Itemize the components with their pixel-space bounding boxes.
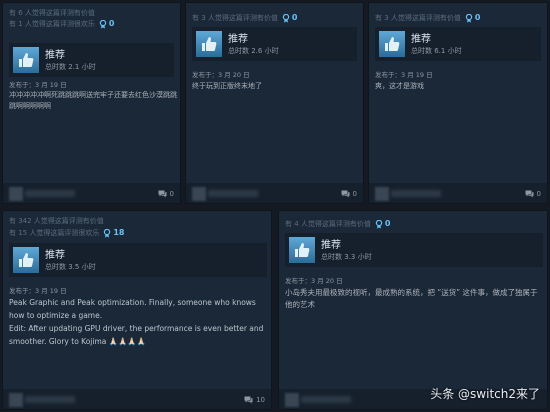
- award-icon: [282, 13, 290, 23]
- recommendation-label: 推荐: [411, 33, 431, 45]
- review-card[interactable]: 有 3 人觉得这篇评测有价值 0 推荐 总时数 6.1 小时 发布于：3 月 1…: [368, 2, 548, 204]
- award-button[interactable]: 0: [465, 13, 481, 23]
- award-button[interactable]: 0: [282, 13, 298, 23]
- thumbs-up-icon: [379, 31, 405, 57]
- review-body: 终于玩到正版终末地了: [192, 82, 262, 90]
- helpful-count: 有 4 人觉得这篇评测有价值: [285, 220, 371, 228]
- award-icon: [99, 19, 107, 29]
- helpful-count: 有 6 人觉得这篇评测有价值: [9, 9, 95, 17]
- thumbs-up-icon: [13, 247, 39, 273]
- helpful-count: 有 342 人觉得这篇评测有价值: [9, 217, 104, 225]
- award-count: 0: [474, 13, 481, 22]
- award-icon: [375, 219, 383, 229]
- recommendation-box: 推荐 总时数 3.3 小时: [285, 233, 543, 267]
- review-body: 冲冲冲冲冲啊死跳跳跳啊送完牢子还要去红色沙漠跳跳跳啊啊啊啊啊: [9, 91, 177, 110]
- funny-row: 有 1 人觉得这篇评测很欢乐 0: [9, 19, 114, 29]
- funny-count: 有 15 人觉得这篇评测很欢乐: [9, 229, 100, 237]
- reviewer-name[interactable]: [208, 190, 258, 197]
- reviewer-name[interactable]: [391, 190, 441, 197]
- comment-count: 0: [536, 190, 541, 198]
- recommendation-label: 推荐: [321, 239, 341, 251]
- award-button[interactable]: 0: [99, 19, 115, 29]
- posted-date: 发布于：3 月 19 日: [375, 71, 433, 79]
- review-edit: Edit: After updating GPU driver, the per…: [9, 324, 264, 346]
- comment-icon: [525, 190, 534, 198]
- helpful-count: 有 3 人觉得这篇评测有价值: [192, 14, 278, 22]
- posted-date: 发布于：3 月 20 日: [285, 277, 343, 285]
- recommendation-box: 推荐 总时数 2.6 小时: [192, 27, 357, 61]
- posted-date: 发布于：3 月 19 日: [9, 81, 67, 89]
- recommendation-box: 推荐 总时数 2.1 小时: [9, 43, 174, 77]
- award-count: 0: [291, 13, 298, 22]
- award-button[interactable]: 18: [103, 228, 125, 238]
- review-card[interactable]: 有 6 人觉得这篇评测有价值 有 1 人觉得这篇评测很欢乐 0 推荐 总时数 2…: [2, 2, 181, 204]
- helpful-row: 有 3 人觉得这篇评测有价值 0: [192, 13, 297, 23]
- avatar[interactable]: [192, 187, 206, 201]
- comment-icon: [244, 396, 253, 404]
- funny-count: 有 1 人觉得这篇评测很欢乐: [9, 20, 95, 28]
- recommendation-box: 推荐 总时数 3.5 小时: [9, 243, 267, 277]
- funny-row: 有 15 人觉得这篇评测很欢乐 18: [9, 228, 125, 238]
- posted-date: 发布于：3 月 20 日: [192, 71, 250, 79]
- posted-date: 发布于：3 月 19 日: [9, 287, 67, 295]
- thumbs-up-icon: [13, 47, 39, 73]
- playtime-hours: 总时数 2.1 小时: [45, 62, 96, 71]
- recommendation-label: 推荐: [228, 33, 248, 45]
- reviewer-name[interactable]: [25, 396, 75, 403]
- comment-count: 0: [169, 190, 174, 198]
- review-card[interactable]: 有 342 人觉得这篇评测有价值 有 15 人觉得这篇评测很欢乐 18 推荐 总…: [2, 210, 272, 410]
- thumbs-up-icon: [289, 237, 315, 263]
- avatar[interactable]: [9, 187, 23, 201]
- reviewer-name[interactable]: [25, 190, 75, 197]
- reviewer-name[interactable]: [301, 396, 351, 403]
- award-count: 0: [384, 219, 391, 228]
- helpful-row: 有 3 人觉得这篇评测有价值 0: [375, 13, 480, 23]
- recommendation-box: 推荐 总时数 6.1 小时: [375, 27, 541, 61]
- award-button[interactable]: 0: [375, 219, 391, 229]
- thumbs-up-icon: [196, 31, 222, 57]
- playtime-hours: 总时数 6.1 小时: [411, 46, 462, 55]
- comment-button[interactable]: 0: [341, 190, 357, 198]
- review-card[interactable]: 有 4 人觉得这篇评测有价值 0 推荐 总时数 3.3 小时 发布于：3 月 2…: [278, 210, 548, 410]
- review-footer: 0: [186, 183, 363, 203]
- comment-button[interactable]: 0: [525, 190, 541, 198]
- recommendation-label: 推荐: [45, 49, 65, 61]
- review-card[interactable]: 有 3 人觉得这篇评测有价值 0 推荐 总时数 2.6 小时 发布于：3 月 2…: [185, 2, 364, 204]
- helpful-count: 有 3 人觉得这篇评测有价值: [375, 14, 461, 22]
- award-count: 0: [108, 19, 115, 28]
- review-body: 爽，这才是游戏: [375, 82, 424, 90]
- playtime-hours: 总时数 2.6 小时: [228, 46, 279, 55]
- comment-count: 0: [352, 190, 357, 198]
- review-footer: 0: [3, 183, 180, 203]
- comment-button[interactable]: 10: [244, 396, 265, 404]
- comment-button[interactable]: 0: [158, 190, 174, 198]
- award-icon: [465, 13, 473, 23]
- award-icon: [104, 228, 111, 238]
- comment-icon: [158, 190, 167, 198]
- playtime-hours: 总时数 3.3 小时: [321, 252, 372, 261]
- award-count: 18: [113, 228, 125, 237]
- review-body: 小岛秀夫用最极致的视听，最成熟的系统，把 “送货” 这件事，做成了独属于他的艺术: [285, 288, 538, 309]
- avatar[interactable]: [285, 393, 299, 407]
- avatar[interactable]: [9, 393, 23, 407]
- review-footer: 10: [3, 389, 271, 409]
- comment-count: 10: [256, 396, 265, 404]
- playtime-hours: 总时数 3.5 小时: [45, 262, 96, 271]
- comment-icon: [341, 190, 350, 198]
- avatar[interactable]: [375, 187, 389, 201]
- recommendation-label: 推荐: [45, 249, 65, 261]
- review-body: Peak Graphic and Peak optimization. Fina…: [9, 298, 256, 320]
- review-footer: 0: [369, 183, 547, 203]
- helpful-row: 有 4 人觉得这篇评测有价值 0: [285, 219, 390, 229]
- watermark: 头条 @switch2来了: [430, 387, 540, 401]
